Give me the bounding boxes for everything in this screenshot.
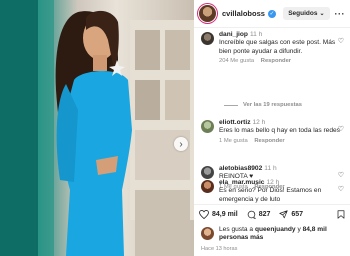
comment-text: Es en serio? Por Dios! Estamos en emerge…: [219, 187, 322, 203]
chevron-right-icon: ›: [179, 138, 183, 150]
liked-by-user[interactable]: queenjuandy: [255, 226, 296, 233]
comment-username[interactable]: eliott.ortiz: [219, 119, 251, 126]
post-photo-illustration: [0, 0, 194, 256]
post-details-panel: cvillaloboss ✓ Seguidos ⌄ ··· dani_jiop 1…: [194, 0, 350, 256]
likes-count: 84,9 mil: [212, 211, 238, 218]
comment-text: Eres lo mas bello q hay en toda las rede…: [219, 127, 340, 135]
post-actions-bar: 84,9 mil 827 657: [194, 204, 350, 224]
like-button[interactable]: 84,9 mil: [199, 210, 238, 219]
following-button[interactable]: Seguidos ⌄: [283, 7, 330, 20]
heart-icon: [199, 210, 209, 219]
post-photo: ›: [0, 0, 194, 256]
comment-time: 12 h: [266, 179, 280, 186]
comment-username[interactable]: dani_jiop: [219, 31, 248, 38]
more-options-icon[interactable]: ···: [335, 9, 346, 19]
like-comment-heart-icon[interactable]: ♡: [338, 125, 344, 133]
post-header: cvillaloboss ✓ Seguidos ⌄ ···: [194, 0, 350, 28]
author-avatar[interactable]: [199, 5, 216, 22]
share-icon: [279, 210, 288, 219]
save-button[interactable]: [337, 206, 345, 224]
comment-text: Increíble que salgas con este post. Más …: [219, 39, 336, 55]
comment-button[interactable]: 827: [247, 210, 271, 219]
commenter-avatar[interactable]: [201, 32, 214, 45]
next-photo-button[interactable]: ›: [174, 137, 188, 151]
reply-button[interactable]: Responder: [254, 138, 284, 144]
comment-username[interactable]: ela_mar.music: [219, 179, 264, 186]
commenter-avatar[interactable]: [201, 180, 214, 193]
comment-username[interactable]: aletobias8902: [219, 165, 262, 172]
comment-item: ela_mar.music 12 h Es en serio? Por Dios!…: [201, 179, 344, 204]
comments-count: 827: [258, 211, 271, 218]
like-comment-heart-icon[interactable]: ♡: [338, 171, 344, 179]
liker-avatar[interactable]: [201, 227, 214, 240]
like-comment-heart-icon[interactable]: ♡: [338, 185, 344, 193]
comment-time: 12 h: [252, 119, 266, 126]
commenter-avatar[interactable]: [201, 166, 214, 179]
liked-by-connector: y: [297, 226, 301, 233]
commenter-avatar[interactable]: [201, 120, 214, 133]
liked-by-prefix: Les gusta a: [219, 226, 254, 233]
liked-by-text: Les gusta a queenjuandy y 84,8 mil perso…: [219, 226, 346, 243]
like-comment-heart-icon[interactable]: ♡: [338, 37, 344, 45]
replies-divider: [224, 104, 238, 106]
view-replies-button[interactable]: Ver las 19 respuestas: [224, 102, 302, 108]
shares-count: 657: [291, 211, 304, 218]
liked-by: Les gusta a queenjuandy y 84,8 mil perso…: [201, 226, 346, 243]
chevron-down-icon: ⌄: [319, 11, 325, 17]
view-replies-label: Ver las 19 respuestas: [243, 102, 302, 108]
comment-item: eliott.ortiz 12 h Eres lo mas bello q hay…: [201, 119, 344, 144]
comment-likes[interactable]: 1 Me gusta: [219, 138, 248, 144]
comment-item: dani_jiop 11 h Increíble que salgas con e…: [201, 31, 344, 64]
author-username[interactable]: cvillaloboss: [222, 9, 265, 18]
following-button-label: Seguidos: [288, 10, 318, 17]
comment-icon: [247, 210, 256, 219]
reply-button[interactable]: Responder: [261, 58, 291, 64]
post-timestamp: Hace 13 horas: [201, 246, 238, 252]
bookmark-icon: [337, 209, 345, 219]
verified-badge-icon: ✓: [267, 9, 276, 18]
share-button[interactable]: 657: [279, 210, 303, 219]
comment-likes[interactable]: 204 Me gusta: [219, 58, 254, 64]
comment-time: 11 h: [249, 31, 263, 38]
comment-time: 11 h: [264, 165, 277, 172]
